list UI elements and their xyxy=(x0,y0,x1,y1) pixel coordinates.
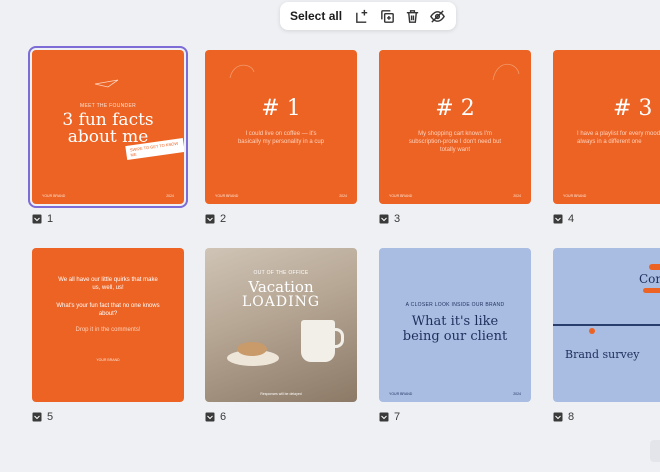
trash-icon xyxy=(406,9,419,23)
page-icon xyxy=(379,412,389,422)
page-number: 4 xyxy=(568,213,575,225)
coffee-cup-shape xyxy=(301,320,335,362)
page-label-8: 8 xyxy=(553,411,574,423)
page-thumbnail-7[interactable]: A CLOSER LOOK INSIDE OUR BRAND What it's… xyxy=(379,248,531,402)
page-8-heading: Con xyxy=(639,272,660,286)
page-3-body: My shopping cart knows I'm subscription-… xyxy=(408,131,502,153)
page-icon xyxy=(379,214,389,224)
page-number: 3 xyxy=(394,213,401,225)
page-thumbnail-1[interactable]: MEET THE FOUNDER 3 fun facts about me SW… xyxy=(28,46,188,208)
page-number: 8 xyxy=(568,411,575,423)
divider-line xyxy=(553,324,660,326)
doodle-icon xyxy=(229,64,255,79)
bulb-shape xyxy=(589,328,595,334)
page-number: 7 xyxy=(394,411,401,423)
page-8-subheading: Brand survey xyxy=(565,348,640,361)
page-6-kicker: OUT OF THE OFFICE xyxy=(253,270,309,276)
page-label-5: 5 xyxy=(32,411,53,423)
page-5-line-3: Drop it in the comments! xyxy=(75,327,141,333)
page-1-footer-right: 2024 xyxy=(166,194,174,198)
page-3-footer-right: 2024 xyxy=(513,194,521,198)
plane-doodle-icon xyxy=(94,79,119,88)
page-3-number: # 2 xyxy=(435,96,475,121)
page-thumbnail-4[interactable]: # 3 I have a playlist for every mood, I'… xyxy=(553,50,660,204)
grid-view-toggle[interactable] xyxy=(650,440,660,462)
page-label-2: 2 xyxy=(205,213,226,225)
page-number: 2 xyxy=(220,213,227,225)
page-7-title: What it's like being our client xyxy=(402,314,508,344)
page-thumbnail-8[interactable]: Con Brand survey xyxy=(553,248,660,402)
coffee-cup-handle xyxy=(331,328,344,348)
hide-button[interactable] xyxy=(425,4,450,28)
page-thumbnail-2[interactable]: # 1 I could live on coffee — it's basica… xyxy=(205,50,357,204)
page-label-3: 3 xyxy=(379,213,400,225)
page-thumbnail-6[interactable]: OUT OF THE OFFICE Vacation LOADING Respo… xyxy=(205,248,357,402)
page-5-footer: YOUR BRAND xyxy=(96,358,120,362)
page-icon xyxy=(205,412,215,422)
page-7-footer-right: 2024 xyxy=(513,392,521,396)
page-2-body: I could live on coffee — it's basically … xyxy=(237,131,325,145)
page-label-1: 1 xyxy=(32,213,53,225)
delete-button[interactable] xyxy=(400,4,425,28)
duplicate-icon xyxy=(381,9,394,23)
orange-pill-shape xyxy=(649,264,660,270)
page-6-title-2: LOADING xyxy=(241,294,321,310)
orange-pill-shape xyxy=(643,288,660,293)
duplicate-button[interactable] xyxy=(375,4,400,28)
page-3-footer-left: YOUR BRAND xyxy=(389,194,413,198)
add-page-icon xyxy=(356,9,368,23)
page-label-4: 4 xyxy=(553,213,574,225)
page-number: 1 xyxy=(47,213,54,225)
page-7-footer-left: YOUR BRAND xyxy=(389,392,413,396)
page-4-body: I have a playlist for every mood, I'm al… xyxy=(577,131,660,145)
page-2-number: # 1 xyxy=(261,96,301,121)
page-4-number: # 3 xyxy=(613,96,653,121)
page-6-footer: Responses will be delayed xyxy=(260,392,302,396)
page-2-footer-left: YOUR BRAND xyxy=(215,194,239,198)
page-number: 6 xyxy=(220,411,227,423)
page-1-kicker: MEET THE FOUNDER xyxy=(79,103,136,109)
page-thumbnail-3[interactable]: # 2 My shopping cart knows I'm subscript… xyxy=(379,50,531,204)
page-icon xyxy=(205,214,215,224)
page-label-7: 7 xyxy=(379,411,400,423)
doodle-icon xyxy=(492,63,520,81)
page-7-kicker: A CLOSER LOOK INSIDE OUR BRAND xyxy=(405,302,505,308)
page-1-footer-left: YOUR BRAND xyxy=(42,194,66,198)
page-4-footer-left: YOUR BRAND xyxy=(563,194,587,198)
page-5-line-2: What's your fun fact that no one knows a… xyxy=(56,303,160,317)
add-page-button[interactable] xyxy=(350,4,375,28)
selection-toolbar: Select all xyxy=(280,2,456,30)
hide-icon xyxy=(430,9,445,23)
page-2-footer-right: 2024 xyxy=(339,194,347,198)
select-all-button[interactable]: Select all xyxy=(286,9,346,23)
page-5-line-1: We all have our little quirks that make … xyxy=(58,277,158,291)
page-icon xyxy=(553,214,563,224)
page-icon xyxy=(32,214,42,224)
page-label-6: 6 xyxy=(205,411,226,423)
page-number: 5 xyxy=(47,411,54,423)
page-thumbnail-5[interactable]: We all have our little quirks that make … xyxy=(32,248,184,402)
cookie-shape xyxy=(237,342,267,356)
page-icon xyxy=(553,412,563,422)
page-icon xyxy=(32,412,42,422)
